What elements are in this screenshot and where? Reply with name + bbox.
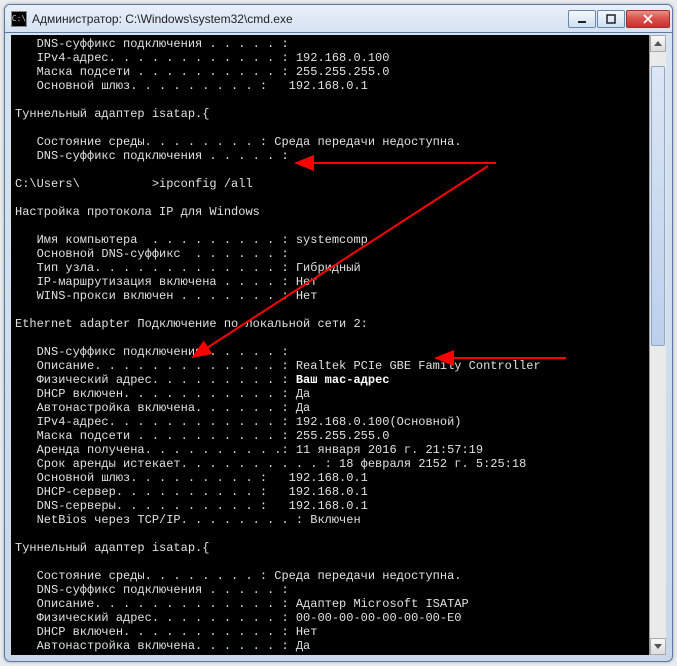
titlebar[interactable]: C:\ Администратор: C:\Windows\system32\c… <box>5 5 672 33</box>
cmd-icon: C:\ <box>11 11 27 27</box>
console-area[interactable]: DNS-суффикс подключения . . . . . : IPv4… <box>11 35 666 655</box>
scrollbar-track[interactable] <box>650 52 666 638</box>
window-title: Администратор: C:\Windows\system32\cmd.e… <box>32 12 567 26</box>
close-button[interactable] <box>626 10 670 28</box>
cmd-window: C:\ Администратор: C:\Windows\system32\c… <box>4 4 673 662</box>
scrollbar-down-button[interactable] <box>650 638 666 655</box>
minimize-button[interactable] <box>568 10 596 28</box>
console-output: DNS-суффикс подключения . . . . . : IPv4… <box>11 35 666 655</box>
maximize-button[interactable] <box>597 10 625 28</box>
scrollbar-up-button[interactable] <box>650 35 666 52</box>
scrollbar-thumb[interactable] <box>651 66 665 346</box>
scrollbar-vertical[interactable] <box>649 35 666 655</box>
window-controls <box>567 10 670 28</box>
